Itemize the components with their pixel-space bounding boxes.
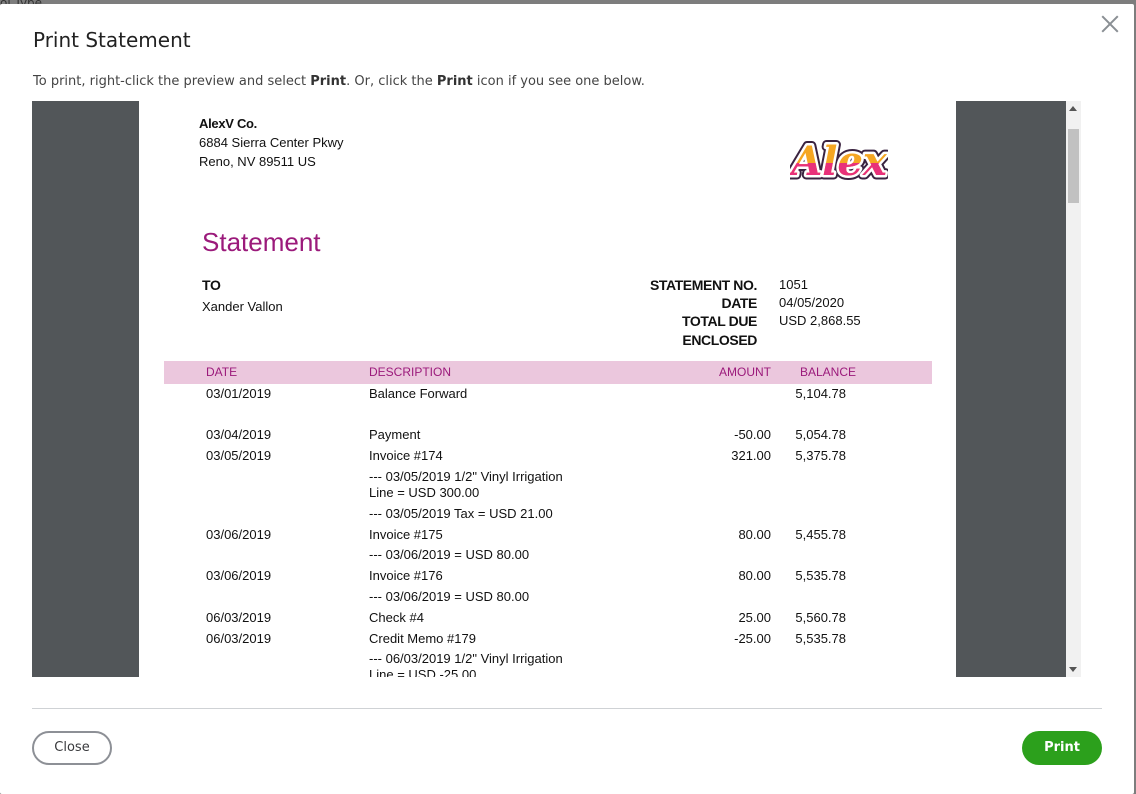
- row-date: 03/06/2019: [206, 527, 272, 542]
- row-description: Line = USD 300.00: [369, 485, 480, 500]
- table-row: 06/03/2019 Check #4 25.00 5,560.78: [139, 610, 956, 628]
- meta-label: STATEMENT NO.: [649, 277, 757, 293]
- meta-value: USD 2,868.55: [779, 313, 861, 328]
- customer-name: Xander Vallon: [202, 299, 283, 314]
- table-row: --- 03/06/2019 = USD 80.00: [139, 589, 956, 607]
- row-description: --- 06/03/2019 1/2" Vinyl Irrigation: [369, 651, 563, 666]
- row-date: 03/04/2019: [206, 427, 272, 442]
- preview-scrollbar[interactable]: [1066, 101, 1081, 677]
- table-row: Line = USD -25.00: [139, 667, 956, 677]
- column-header-balance: BALANCE: [800, 365, 857, 379]
- row-description: Credit Memo #179: [369, 631, 476, 646]
- meta-enclosed: ENCLOSED: [556, 332, 956, 350]
- table-row: 03/06/2019 Invoice #175 80.00 5,455.78: [139, 527, 956, 545]
- row-balance: 5,535.78: [795, 568, 846, 583]
- meta-value: 1051: [779, 277, 808, 292]
- company-name: AlexV Co.: [199, 116, 257, 131]
- table-header: DATE DESCRIPTION AMOUNT BALANCE: [164, 361, 932, 384]
- row-description: Check #4: [369, 610, 424, 625]
- dialog-title: Print Statement: [33, 28, 191, 52]
- row-balance: 5,054.78: [795, 427, 846, 442]
- row-amount: -25.00: [734, 631, 771, 646]
- row-date: 03/05/2019: [206, 448, 272, 463]
- meta-total-due: TOTAL DUE USD 2,868.55: [556, 313, 956, 331]
- scroll-up-arrow-icon[interactable]: [1069, 106, 1077, 111]
- meta-label: DATE: [721, 295, 758, 311]
- row-balance: 5,560.78: [795, 610, 846, 625]
- table-row: 03/01/2019 Balance Forward 5,104.78: [139, 386, 956, 404]
- table-row: 03/05/2019 Invoice #174 321.00 5,375.78: [139, 448, 956, 466]
- meta-label: TOTAL DUE: [682, 313, 757, 329]
- meta-label: ENCLOSED: [682, 332, 757, 348]
- row-description: Line = USD -25.00: [369, 667, 477, 677]
- footer-divider: [32, 708, 1102, 709]
- column-header-amount: AMOUNT: [719, 365, 771, 379]
- row-description: Payment: [369, 427, 421, 442]
- meta-date: DATE 04/05/2020: [556, 295, 956, 313]
- company-address-line2: Reno, NV 89511 US: [199, 154, 316, 169]
- row-description: Balance Forward: [369, 386, 468, 401]
- company-address-line1: 6884 Sierra Center Pkwy: [199, 135, 344, 150]
- row-description: --- 03/05/2019 1/2" Vinyl Irrigation: [369, 469, 563, 484]
- to-label: TO: [202, 277, 221, 293]
- table-row: Line = USD 300.00: [139, 485, 956, 503]
- row-description: --- 03/06/2019 = USD 80.00: [369, 589, 530, 604]
- row-description: --- 03/05/2019 Tax = USD 21.00: [369, 506, 553, 521]
- statement-preview[interactable]: AlexV Co. 6884 Sierra Center Pkwy Reno, …: [32, 101, 1081, 677]
- meta-value: 04/05/2020: [779, 295, 845, 310]
- print-button[interactable]: Print: [1022, 731, 1102, 765]
- meta-statement-no: STATEMENT NO. 1051: [556, 277, 956, 295]
- print-instructions: To print, right-click the preview and se…: [33, 74, 645, 89]
- table-row: --- 03/06/2019 = USD 80.00: [139, 547, 956, 565]
- close-button[interactable]: Close: [32, 731, 112, 765]
- statement-page: AlexV Co. 6884 Sierra Center Pkwy Reno, …: [139, 101, 956, 677]
- table-row: 03/04/2019 Payment -50.00 5,054.78: [139, 427, 956, 445]
- row-description: Invoice #174: [369, 448, 443, 463]
- table-row: --- 03/05/2019 Tax = USD 21.00: [139, 506, 956, 524]
- print-statement-dialog: Print Statement To print, right-click th…: [0, 4, 1134, 794]
- row-date: 06/03/2019: [206, 610, 272, 625]
- row-amount: 80.00: [738, 527, 771, 542]
- table-row: 06/03/2019 Credit Memo #179 -25.00 5,535.78: [139, 631, 956, 649]
- row-amount: 321.00: [731, 448, 771, 463]
- row-balance: 5,455.78: [795, 527, 846, 542]
- row-balance: 5,535.78: [795, 631, 846, 646]
- row-description: Invoice #176: [369, 568, 443, 583]
- column-header-description: DESCRIPTION: [369, 365, 452, 379]
- row-balance: 5,104.78: [795, 386, 846, 401]
- row-date: 03/06/2019: [206, 568, 272, 583]
- company-block: AlexV Co. 6884 Sierra Center Pkwy Reno, …: [199, 114, 344, 171]
- row-amount: 80.00: [738, 568, 771, 583]
- company-logo: Alex Alex Alex Alex: [790, 135, 888, 190]
- table-row: 03/06/2019 Invoice #176 80.00 5,535.78: [139, 568, 956, 586]
- row-date: 03/01/2019: [206, 386, 272, 401]
- statement-title: Statement: [202, 227, 321, 257]
- close-icon[interactable]: [1098, 12, 1122, 36]
- row-date: 06/03/2019: [206, 631, 272, 646]
- row-description: Invoice #175: [369, 527, 443, 542]
- column-header-date: DATE: [206, 365, 238, 379]
- scroll-down-arrow-icon[interactable]: [1069, 667, 1077, 672]
- scroll-thumb[interactable]: [1068, 129, 1079, 203]
- row-balance: 5,375.78: [795, 448, 846, 463]
- row-amount: -50.00: [734, 427, 771, 442]
- row-description: --- 03/06/2019 = USD 80.00: [369, 547, 530, 562]
- row-amount: 25.00: [738, 610, 771, 625]
